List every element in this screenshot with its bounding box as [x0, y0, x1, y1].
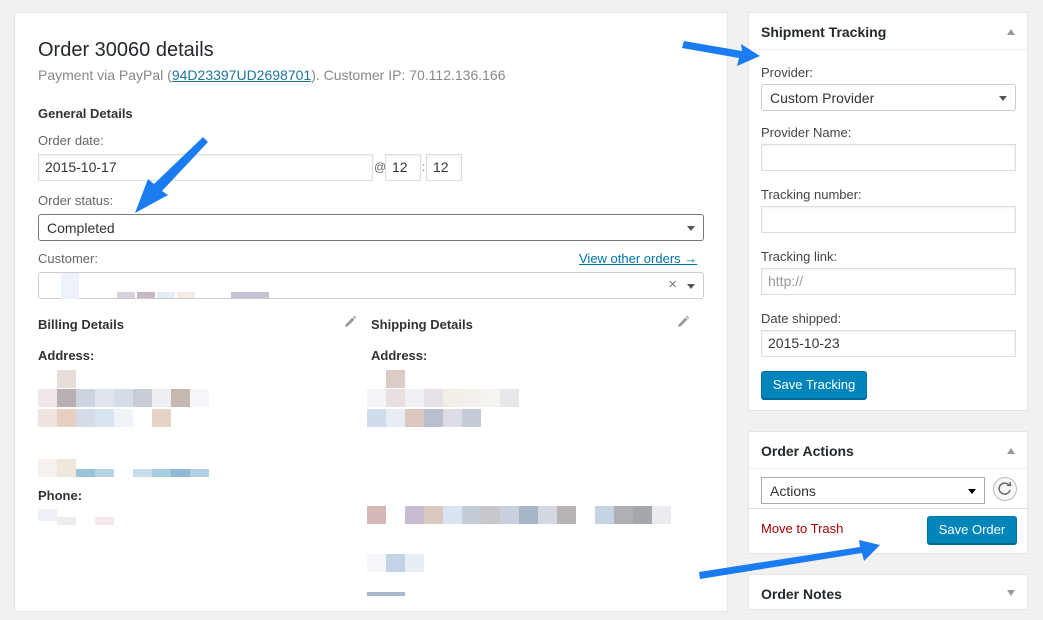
transaction-link[interactable]: 94D23397UD2698701	[172, 67, 311, 83]
tracking-link-input[interactable]: http://	[761, 268, 1016, 295]
chevron-down-icon	[687, 226, 695, 231]
billing-phone-label: Phone:	[38, 488, 83, 503]
pencil-icon[interactable]	[343, 315, 357, 329]
order-hour-input[interactable]: 12	[385, 154, 421, 181]
order-title: Order 30060 details	[38, 39, 214, 61]
shipment-tracking-panel: Shipment Tracking Provider: Custom Provi…	[748, 12, 1028, 411]
redacted-customer-pixel	[137, 292, 155, 298]
customer-select[interactable]: ×	[38, 272, 704, 299]
order-status-value: Completed	[47, 220, 115, 236]
redacted-billing-phone	[38, 509, 130, 527]
move-to-trash-link[interactable]: Move to Trash	[761, 521, 843, 536]
chevron-down-icon	[968, 489, 976, 494]
redacted-billing-address	[38, 365, 209, 435]
redacted-customer-pixel	[61, 273, 79, 299]
refresh-icon[interactable]	[993, 477, 1017, 501]
tracking-number-label: Tracking number:	[761, 187, 862, 202]
redacted-shipping-extra	[367, 506, 677, 596]
billing-details-heading: Billing Details	[38, 317, 124, 332]
provider-select[interactable]: Custom Provider	[761, 84, 1016, 111]
order-actions-select[interactable]: Actions	[761, 477, 985, 504]
order-actions-footer: Move to Trash Save Order	[749, 508, 1027, 553]
billing-address-label: Address:	[38, 348, 95, 363]
order-notes-panel[interactable]: Order Notes	[748, 574, 1028, 610]
date-shipped-label: Date shipped:	[761, 311, 842, 326]
shipping-address-label: Address:	[371, 348, 428, 363]
order-date-label: Order date:	[38, 133, 104, 148]
tracking-number-input[interactable]	[761, 206, 1016, 233]
save-order-button[interactable]: Save Order	[927, 516, 1017, 544]
tracking-link-label: Tracking link:	[761, 249, 838, 264]
order-actions-value: Actions	[770, 483, 816, 499]
order-actions-header[interactable]: Order Actions	[749, 432, 1027, 469]
order-notes-title: Order Notes	[761, 586, 842, 602]
order-date-input[interactable]: 2015-10-17	[38, 154, 373, 181]
date-shipped-input[interactable]: 2015-10-23	[761, 330, 1016, 357]
redacted-shipping-address	[367, 365, 527, 435]
clear-customer-icon[interactable]: ×	[668, 277, 677, 293]
chevron-down-icon	[687, 284, 695, 289]
redacted-customer-pixel	[117, 292, 135, 298]
chevron-down-icon[interactable]	[1007, 590, 1015, 596]
pencil-icon[interactable]	[676, 315, 690, 329]
order-details-panel: Order 30060 details Payment via PayPal (…	[14, 12, 728, 612]
provider-name-input[interactable]	[761, 144, 1016, 171]
order-minute-input[interactable]: 12	[426, 154, 462, 181]
save-tracking-button[interactable]: Save Tracking	[761, 371, 867, 399]
redacted-customer-pixel	[231, 292, 269, 298]
order-status-select[interactable]: Completed	[38, 214, 704, 241]
general-details-heading: General Details	[38, 106, 133, 121]
payment-prefix: Payment via PayPal (	[38, 67, 172, 83]
chevron-up-icon[interactable]	[1007, 29, 1015, 35]
redacted-customer-pixel	[177, 292, 195, 298]
view-other-orders-link[interactable]: View other orders →	[579, 251, 697, 266]
customer-ip-text: ). Customer IP: 70.112.136.166	[311, 67, 506, 83]
provider-name-label: Provider Name:	[761, 125, 852, 140]
order-status-label: Order status:	[38, 193, 114, 208]
redacted-billing-line	[38, 459, 209, 479]
chevron-down-icon	[999, 96, 1007, 101]
customer-label: Customer:	[38, 251, 98, 266]
redacted-customer-pixel	[157, 292, 175, 298]
shipment-tracking-header[interactable]: Shipment Tracking	[749, 13, 1027, 50]
provider-label: Provider:	[761, 65, 814, 80]
payment-info: Payment via PayPal (94D23397UD2698701). …	[38, 67, 506, 83]
shipping-details-heading: Shipping Details	[371, 317, 473, 332]
provider-value: Custom Provider	[770, 90, 875, 106]
time-separator: :	[422, 160, 426, 174]
shipment-tracking-title: Shipment Tracking	[761, 24, 887, 40]
order-actions-title: Order Actions	[761, 443, 854, 459]
order-actions-panel: Order Actions Actions Move to Trash Save…	[748, 431, 1028, 554]
chevron-up-icon[interactable]	[1007, 448, 1015, 454]
